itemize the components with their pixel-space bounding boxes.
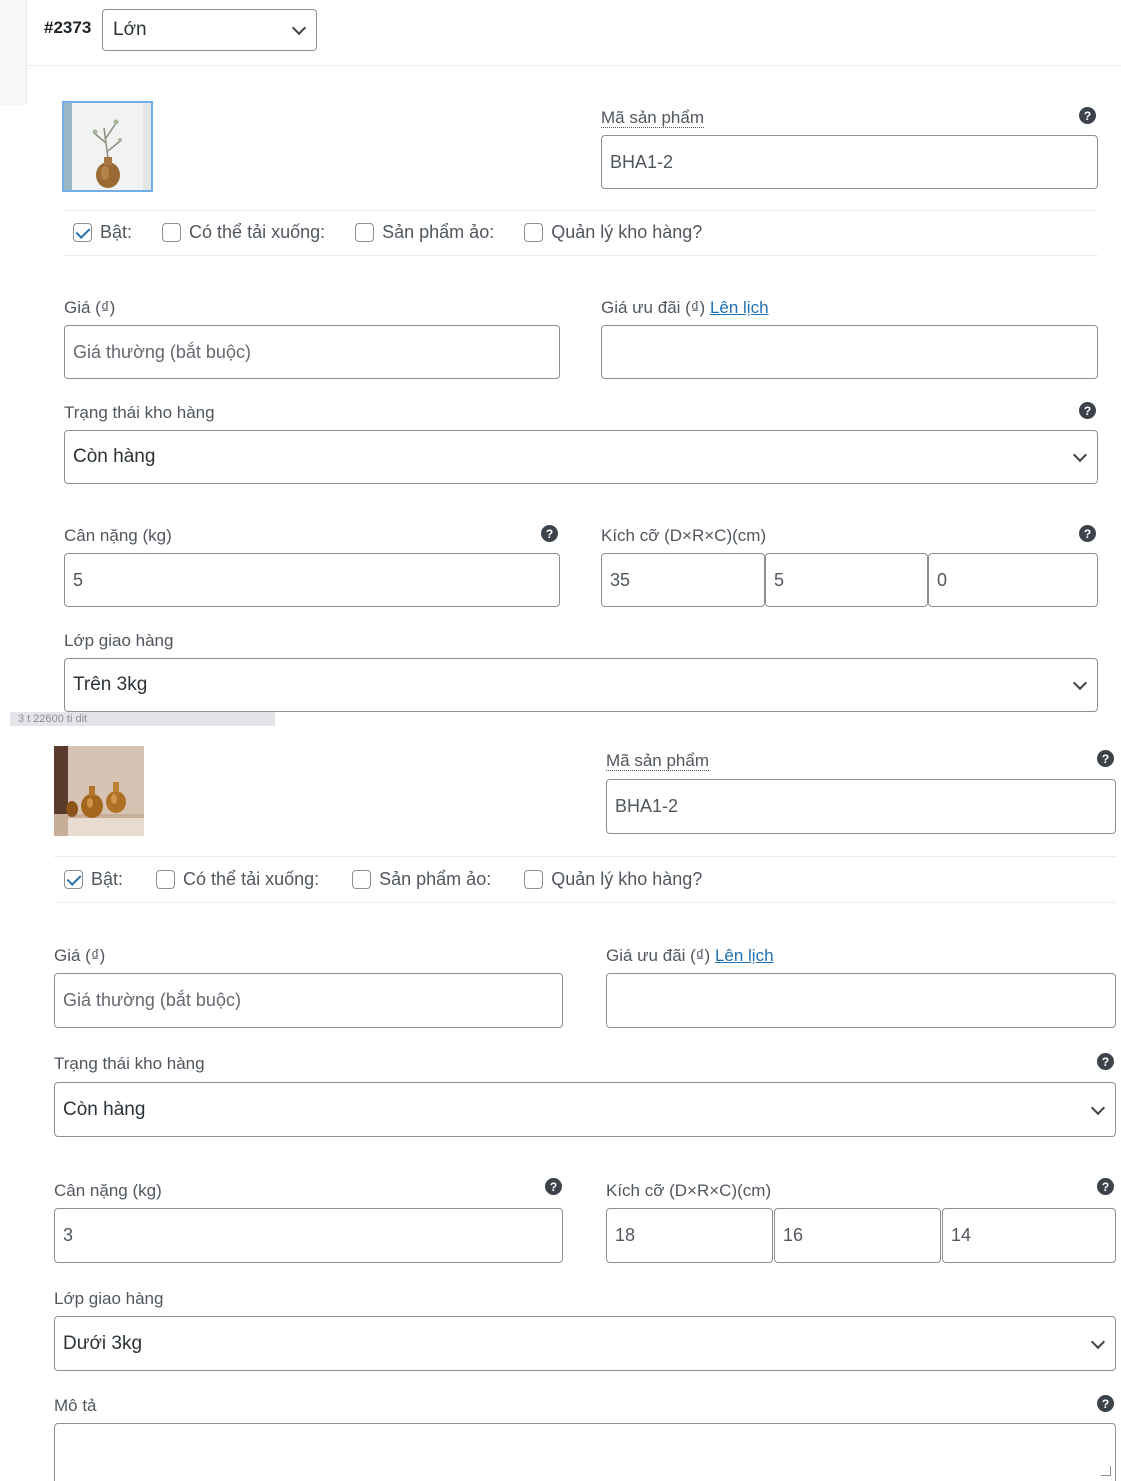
variation-2-regular-price-input[interactable]: Giá thường (bắt buộc) [54, 973, 563, 1028]
divider [54, 902, 1116, 903]
variation-1-weight-input[interactable]: 5 [64, 553, 560, 607]
help-icon[interactable]: ? [541, 525, 558, 542]
variation-1-stock-status-select[interactable]: Còn hàng [64, 430, 1098, 484]
variation-2-sale-price-input[interactable] [606, 973, 1116, 1028]
variation-2-sku-input[interactable]: BHA1-2 [606, 779, 1116, 834]
variation-2-weight-input[interactable]: 3 [54, 1208, 563, 1263]
help-icon[interactable]: ? [1079, 402, 1096, 419]
variation-2-length-input[interactable]: 18 [606, 1208, 773, 1263]
schedule-link[interactable]: Lên lịch [710, 298, 769, 317]
header-divider [27, 65, 1121, 66]
variation-1-virtual-checkbox[interactable] [355, 223, 375, 242]
downloadable-label: Có thể tải xuống: [189, 222, 326, 242]
variation-2-regular-price-label: Giá (₫) [54, 946, 106, 965]
resize-grip-icon[interactable] [1101, 1466, 1111, 1476]
variation-id: #2373 [44, 18, 92, 37]
variation-1-sku-input[interactable]: BHA1-2 [601, 135, 1098, 189]
admin-gutter [0, 0, 26, 105]
variation-2-stock-status-label: Trạng thái kho hàng [54, 1054, 205, 1073]
variation-1-sale-price-label: Giá ưu đãi (₫) Lên lịch [601, 298, 769, 317]
variation-1-manage-stock-checkbox[interactable] [524, 223, 544, 242]
shipping-class-value: Trên 3kg [73, 674, 148, 695]
vase-with-branch-image [64, 103, 151, 190]
variation-1-shipping-class-label: Lớp giao hàng [64, 631, 174, 650]
chevron-down-icon [1072, 447, 1088, 463]
downloadable-label: Có thể tải xuống: [183, 869, 320, 889]
help-icon[interactable]: ? [1079, 525, 1096, 542]
variation-1-regular-price-label: Giá (₫) [64, 298, 116, 317]
divider [64, 210, 1098, 211]
admin-gutter-divider [26, 0, 27, 105]
tooltip-fragment: 3 t 22600 ti dit [10, 712, 275, 726]
divider [54, 856, 1116, 857]
variation-1-shipping-class-select[interactable]: Trên 3kg [64, 658, 1098, 712]
help-icon[interactable]: ? [1079, 107, 1096, 124]
variation-1-width-input[interactable]: 5 [765, 553, 928, 607]
variation-1-sale-price-input[interactable] [601, 325, 1098, 379]
variation-2-description-textarea[interactable] [54, 1423, 1116, 1481]
variation-2-options: Bật: Có thể tải xuống: Sản phẩm ảo: Quản… [64, 869, 702, 890]
stock-status-value: Còn hàng [63, 1098, 146, 1120]
help-icon[interactable]: ? [1097, 1395, 1114, 1412]
variation-attribute-value: Lớn [113, 19, 147, 40]
variation-2-manage-stock-checkbox[interactable] [524, 870, 544, 889]
variation-2-sku-label: Mã sản phẩm [606, 751, 709, 771]
variation-2-downloadable-checkbox[interactable] [156, 870, 176, 889]
variation-1-height-input[interactable]: 0 [928, 553, 1098, 607]
variation-2-shipping-class-label: Lớp giao hàng [54, 1289, 164, 1308]
shipping-class-value: Dưới 3kg [63, 1332, 143, 1354]
help-icon[interactable]: ? [1097, 1053, 1114, 1070]
enabled-label: Bật: [91, 869, 124, 889]
manage-stock-label: Quản lý kho hàng? [551, 222, 703, 242]
virtual-label: Sản phẩm ảo: [379, 869, 492, 889]
variation-1-length-input[interactable]: 35 [601, 553, 765, 607]
help-icon[interactable]: ? [1097, 1178, 1114, 1195]
variation-2-description-label: Mô tả [54, 1396, 97, 1415]
chevron-down-icon [1090, 1100, 1106, 1115]
variation-1-sku-label: Mã sản phẩm [601, 108, 704, 128]
variation-2-virtual-checkbox[interactable] [352, 870, 372, 889]
variation-1-stock-status-label: Trạng thái kho hàng [64, 403, 215, 422]
chevron-down-icon [1072, 675, 1088, 691]
variation-2-height-input[interactable]: 14 [942, 1208, 1116, 1263]
variation-2-dimensions-label: Kích cỡ (D×R×C)(cm) [606, 1181, 772, 1200]
variation-2-weight-label: Cân nặng (kg) [54, 1181, 162, 1200]
help-icon[interactable]: ? [545, 1178, 562, 1195]
variation-2-stock-status-select[interactable]: Còn hàng [54, 1082, 1116, 1137]
variation-2-width-input[interactable]: 16 [774, 1208, 941, 1263]
variation-1-dimensions-label: Kích cỡ (D×R×C)(cm) [601, 526, 767, 545]
variation-1-weight-label: Cân nặng (kg) [64, 526, 172, 545]
variation-1-regular-price-input[interactable]: Giá thường (bắt buộc) [64, 325, 560, 379]
divider [64, 255, 1098, 256]
variation-1-enabled-checkbox[interactable] [73, 223, 92, 242]
virtual-label: Sản phẩm ảo: [382, 222, 495, 242]
variation-2-enabled-checkbox[interactable] [64, 870, 83, 889]
amber-vases-image [54, 746, 144, 836]
chevron-down-icon [1090, 1334, 1106, 1349]
variation-1-downloadable-checkbox[interactable] [162, 223, 182, 242]
variation-2-shipping-class-select[interactable]: Dưới 3kg [54, 1316, 1116, 1371]
help-icon[interactable]: ? [1097, 750, 1114, 767]
variation-1-image[interactable] [62, 101, 153, 192]
variation-attribute-select[interactable]: Lớn [102, 9, 317, 51]
variation-2-image[interactable] [54, 746, 144, 836]
manage-stock-label: Quản lý kho hàng? [551, 869, 703, 889]
enabled-label: Bật: [100, 222, 133, 242]
stock-status-value: Còn hàng [73, 446, 156, 467]
variation-2-sale-price-label: Giá ưu đãi (₫) Lên lịch [606, 946, 774, 965]
variation-1-options: Bật: Có thể tải xuống: Sản phẩm ảo: Quản… [73, 222, 702, 243]
schedule-link[interactable]: Lên lịch [715, 946, 774, 965]
chevron-down-icon [291, 20, 307, 36]
